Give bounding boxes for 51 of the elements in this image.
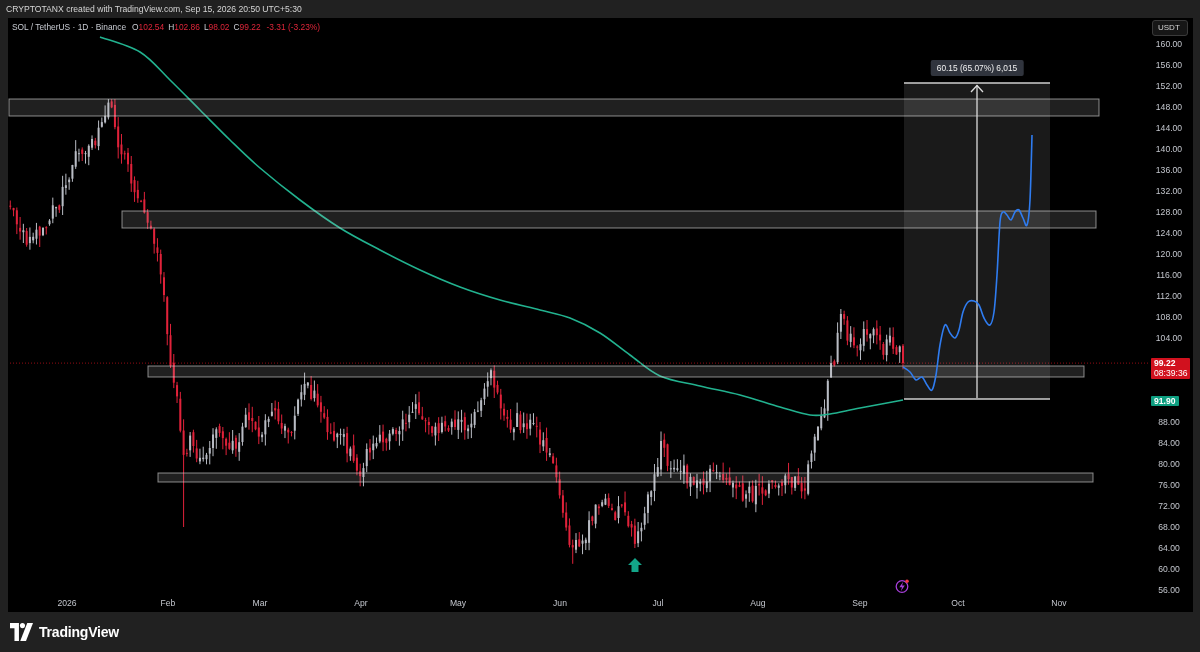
price-label: 84.00 [1158, 438, 1180, 448]
time-label: 2026 [57, 598, 77, 608]
measure-label: 60.15 (65.07%) 6,015 [930, 60, 1024, 76]
price-label: 64.00 [1158, 543, 1180, 553]
brand-name: TradingView [39, 624, 119, 640]
price-label: 72.00 [1158, 501, 1180, 511]
lightning-icon[interactable] [895, 579, 909, 593]
time-label: May [449, 598, 467, 608]
price-label: 56.00 [1158, 585, 1180, 595]
price-label: 132.00 [1155, 186, 1183, 196]
price-label: 60.00 [1158, 564, 1180, 574]
time-label: Jun [553, 598, 567, 608]
price-label: 160.00 [1155, 39, 1183, 49]
price-label: 144.00 [1155, 123, 1183, 133]
symbol-info: SOL / TetherUS · 1D · Binance [12, 22, 127, 32]
price-label: 136.00 [1155, 165, 1183, 175]
price-label: 108.00 [1155, 312, 1183, 322]
currency-button[interactable]: USDT [1152, 20, 1188, 36]
price-label: 68.00 [1158, 522, 1180, 532]
ohlc-value: C99.22 [233, 22, 261, 32]
time-label: Sep [852, 598, 868, 608]
time-label: Mar [252, 598, 268, 608]
price-label: 140.00 [1155, 144, 1183, 154]
price-value: 99.22 [1154, 357, 1177, 368]
time-label: Aug [750, 598, 766, 608]
change-value: -3.31 (-3.23%) [266, 22, 321, 32]
chart-caption: CRYPTOTANX created with TradingView.com, Sep 15, 2026 20:50 UTC+5:30 [6, 4, 302, 14]
price-label: 116.00 [1156, 270, 1182, 280]
price-label: 156.00 [1155, 60, 1183, 70]
price-label: 120.00 [1155, 249, 1183, 259]
price-label: 80.00 [1158, 459, 1180, 469]
ohlc-value: H102.86 [168, 22, 200, 32]
price-label: 88.00 [1158, 417, 1180, 427]
price-label: 152.00 [1155, 81, 1183, 91]
countdown-timer: 08:39:36 [1154, 367, 1187, 378]
price-value: 91.90 [1154, 396, 1176, 406]
time-label: Feb [160, 598, 176, 608]
ohlc-value: L98.02 [203, 22, 230, 32]
time-label: Jul [652, 598, 664, 608]
price-label: 104.00 [1155, 333, 1183, 343]
time-label: Apr [354, 598, 368, 608]
up-arrow-icon [628, 558, 642, 572]
time-label: Nov [1051, 598, 1067, 608]
price-label: 76.00 [1158, 480, 1180, 490]
time-label: Oct [951, 598, 965, 608]
price-label: 112.00 [1156, 291, 1182, 301]
price-label: 148.00 [1155, 102, 1183, 112]
logo-icon [10, 623, 33, 641]
ohlc-value: O102.54 [132, 22, 165, 32]
price-label: 128.00 [1155, 207, 1183, 217]
price-label: 124.00 [1155, 228, 1183, 238]
